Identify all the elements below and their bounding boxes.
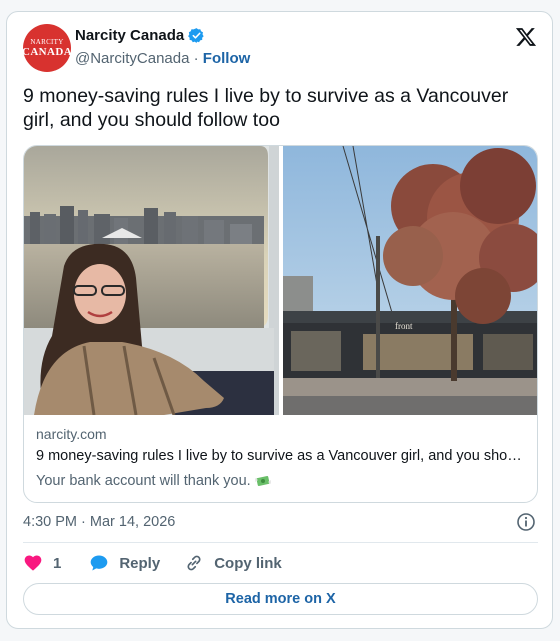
link-description-row: Your bank account will thank you. [36,470,528,492]
author-name[interactable]: Narcity Canada [75,27,184,44]
money-with-wings-icon [254,476,271,486]
reply-label: Reply [119,554,161,572]
action-bar: 1 Reply Copy link [23,552,282,574]
x-logo-icon[interactable] [515,26,537,48]
link-domain: narcity.com [36,426,107,442]
link-preview-meta: narcity.com 9 money-saving rules I live … [36,426,528,492]
reply-button[interactable]: Reply [89,553,160,573]
copy-link-label: Copy link [214,554,282,572]
verified-badge-icon [188,28,204,43]
follow-button[interactable]: Follow [203,50,251,67]
copy-link-button[interactable]: Copy link [184,553,282,573]
speech-bubble-icon [91,555,108,571]
read-more-button[interactable]: Read more on X [23,583,538,615]
link-title: 9 money-saving rules I live by to surviv… [36,448,528,464]
storefront-sign: front [395,321,413,331]
like-count: 1 [53,554,62,572]
link-preview-photo-street: front [283,146,537,415]
avatar-text-top: NARCITY [30,37,64,46]
author-handle[interactable]: @NarcityCanada [75,50,189,67]
tweet-timestamp[interactable]: 4:30 PM · Mar 14, 2026 [23,514,175,530]
heart-icon [24,555,42,571]
author-handle-row: @NarcityCanada · Follow [75,50,250,67]
info-icon[interactable] [516,512,536,532]
avatar-text-bottom: CANADA [21,45,73,58]
link-icon [187,555,201,571]
tweet-text: 9 money-saving rules I live by to surviv… [23,85,509,131]
avatar[interactable]: NARCITY CANADA [21,24,73,72]
divider [23,542,538,543]
link-preview-photo-ferry [24,146,279,415]
embedded-tweet-card: NARCITY CANADA Narcity Canada @NarcityCa… [6,11,553,629]
author-name-row: Narcity Canada [75,27,205,44]
link-description: Your bank account will thank you. [36,473,251,489]
like-button[interactable]: 1 [23,553,61,573]
handle-separator: · [189,50,203,67]
link-preview-card[interactable]: front narcity.com 9 money-saving rules I… [23,145,538,503]
